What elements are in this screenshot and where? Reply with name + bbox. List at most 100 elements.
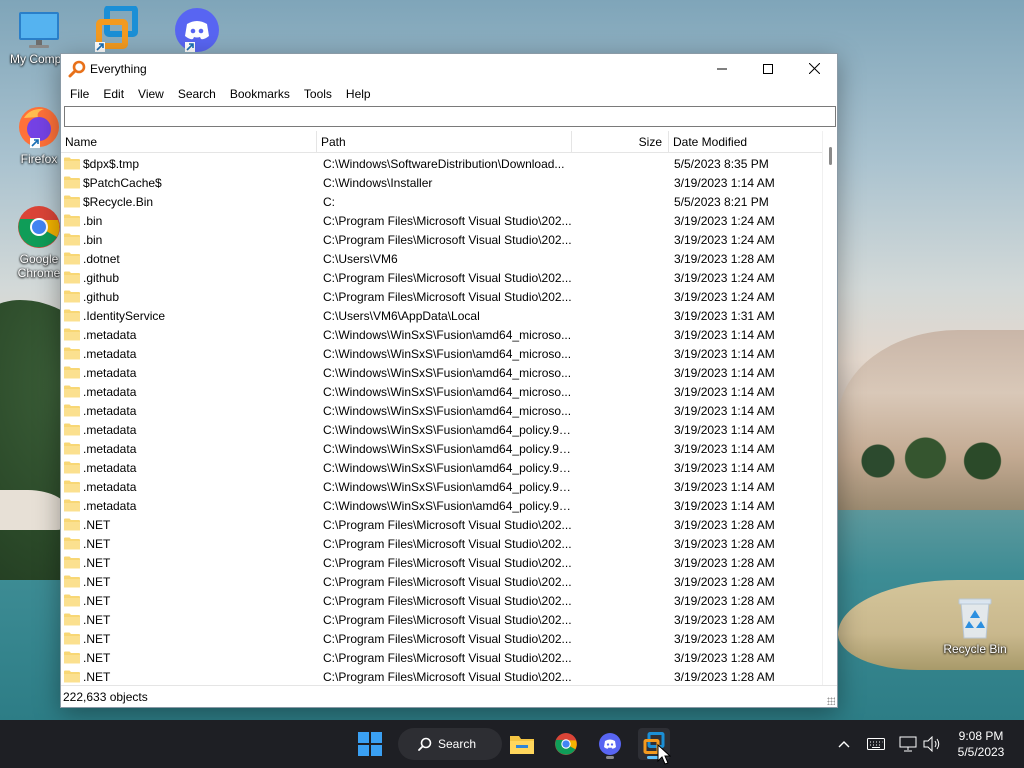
desktop-icon-vmware[interactable] bbox=[78, 6, 156, 54]
chrome-icon bbox=[18, 206, 60, 248]
recycle-bin-icon bbox=[958, 598, 992, 639]
table-row[interactable]: .NET C:\Program Files\Microsoft Visual St… bbox=[61, 610, 823, 629]
cell-name: .metadata bbox=[61, 404, 317, 418]
cell-name: $Recycle.Bin bbox=[61, 195, 317, 209]
file-name: .metadata bbox=[83, 365, 137, 380]
file-name: .NET bbox=[83, 555, 111, 570]
cell-name: .metadata bbox=[61, 442, 317, 456]
cell-name: .NET bbox=[61, 594, 317, 608]
taskbar-discord[interactable] bbox=[594, 728, 626, 760]
vmware-icon bbox=[95, 6, 138, 52]
cell-path: C:\Program Files\Microsoft Visual Studio… bbox=[323, 669, 572, 684]
close-button[interactable] bbox=[791, 54, 837, 83]
table-row[interactable]: .bin C:\Program Files\Microsoft Visual St… bbox=[61, 230, 823, 249]
cell-path: C:\Windows\Installer bbox=[323, 175, 433, 190]
table-row[interactable]: .bin C:\Program Files\Microsoft Visual St… bbox=[61, 211, 823, 230]
cell-name: .IdentityService bbox=[61, 309, 317, 323]
taskbar-file-explorer[interactable] bbox=[506, 728, 538, 760]
scrollbar-thumb[interactable] bbox=[829, 147, 832, 165]
resize-grip[interactable] bbox=[827, 697, 835, 705]
start-button[interactable] bbox=[358, 732, 382, 756]
results-list[interactable]: $dpx$.tmp C:\Windows\SoftwareDistribution… bbox=[61, 154, 823, 686]
table-row[interactable]: .metadata C:\Windows\WinSxS\Fusion\amd64_… bbox=[61, 439, 823, 458]
table-row[interactable]: .NET C:\Program Files\Microsoft Visual St… bbox=[61, 572, 823, 591]
table-row[interactable]: .metadata C:\Windows\WinSxS\Fusion\amd64_… bbox=[61, 401, 823, 420]
taskbar-clock[interactable]: 9:08 PM 5/5/2023 bbox=[948, 728, 1014, 760]
table-row[interactable]: .github C:\Program Files\Microsoft Visual… bbox=[61, 268, 823, 287]
cell-date: 3/19/2023 1:14 AM bbox=[674, 175, 775, 190]
file-name: $PatchCache$ bbox=[83, 175, 162, 190]
folder-icon bbox=[64, 594, 80, 607]
cell-path: C:\Program Files\Microsoft Visual Studio… bbox=[323, 213, 572, 228]
cell-date: 5/5/2023 8:21 PM bbox=[674, 194, 769, 209]
file-name: .dotnet bbox=[83, 251, 120, 266]
menu-bookmarks[interactable]: Bookmarks bbox=[223, 83, 297, 105]
menu-search[interactable]: Search bbox=[171, 83, 223, 105]
table-row[interactable]: .IdentityService C:\Users\VM6\AppData\Loc… bbox=[61, 306, 823, 325]
everything-window: Everything File Edit View Search Bookmar… bbox=[60, 53, 838, 708]
folder-icon bbox=[64, 328, 80, 341]
desktop-icon-recycle-bin[interactable]: Recycle Bin bbox=[936, 596, 1014, 656]
table-row[interactable]: $dpx$.tmp C:\Windows\SoftwareDistribution… bbox=[61, 154, 823, 173]
table-row[interactable]: .dotnet C:\Users\VM6 3/19/2023 1:28 AM bbox=[61, 249, 823, 268]
table-row[interactable]: .metadata C:\Windows\WinSxS\Fusion\amd64_… bbox=[61, 344, 823, 363]
table-row[interactable]: $Recycle.Bin C: 5/5/2023 8:21 PM bbox=[61, 192, 823, 211]
column-date-modified[interactable]: Date Modified bbox=[669, 131, 823, 152]
cell-date: 3/19/2023 1:14 AM bbox=[674, 422, 775, 437]
table-row[interactable]: .NET C:\Program Files\Microsoft Visual St… bbox=[61, 648, 823, 667]
folder-icon bbox=[64, 385, 80, 398]
table-row[interactable]: .metadata C:\Windows\WinSxS\Fusion\amd64_… bbox=[61, 458, 823, 477]
table-row[interactable]: .NET C:\Program Files\Microsoft Visual St… bbox=[61, 515, 823, 534]
menu-help[interactable]: Help bbox=[339, 83, 378, 105]
table-row[interactable]: .NET C:\Program Files\Microsoft Visual St… bbox=[61, 629, 823, 648]
minimize-icon bbox=[717, 68, 727, 69]
cell-date: 3/19/2023 1:14 AM bbox=[674, 403, 775, 418]
menu-edit[interactable]: Edit bbox=[96, 83, 131, 105]
table-row[interactable]: .metadata C:\Windows\WinSxS\Fusion\amd64_… bbox=[61, 420, 823, 439]
cell-name: .metadata bbox=[61, 461, 317, 475]
cell-path: C:\Program Files\Microsoft Visual Studio… bbox=[323, 593, 572, 608]
table-row[interactable]: .metadata C:\Windows\WinSxS\Fusion\amd64_… bbox=[61, 477, 823, 496]
table-row[interactable]: .metadata C:\Windows\WinSxS\Fusion\amd64_… bbox=[61, 325, 823, 344]
table-row[interactable]: .NET C:\Program Files\Microsoft Visual St… bbox=[61, 534, 823, 553]
desktop-icon-discord[interactable] bbox=[156, 6, 234, 54]
table-row[interactable]: .metadata C:\Windows\WinSxS\Fusion\amd64_… bbox=[61, 363, 823, 382]
title-bar[interactable]: Everything bbox=[61, 54, 837, 83]
maximize-button[interactable] bbox=[745, 54, 791, 83]
minimize-button[interactable] bbox=[699, 54, 745, 83]
cell-date: 3/19/2023 1:14 AM bbox=[674, 384, 775, 399]
file-name: .metadata bbox=[83, 479, 137, 494]
taskbar-search[interactable]: Search bbox=[398, 728, 502, 760]
tray-keyboard[interactable] bbox=[864, 720, 888, 768]
menu-tools[interactable]: Tools bbox=[297, 83, 339, 105]
cell-name: .metadata bbox=[61, 499, 317, 513]
column-size[interactable]: Size bbox=[572, 131, 669, 152]
cell-path: C:\Program Files\Microsoft Visual Studio… bbox=[323, 574, 572, 589]
tray-volume[interactable] bbox=[920, 720, 944, 768]
table-row[interactable]: .NET C:\Program Files\Microsoft Visual St… bbox=[61, 553, 823, 572]
table-row[interactable]: .github C:\Program Files\Microsoft Visual… bbox=[61, 287, 823, 306]
tray-network[interactable] bbox=[896, 720, 920, 768]
taskbar-chrome[interactable] bbox=[550, 728, 582, 760]
table-row[interactable]: .metadata C:\Windows\WinSxS\Fusion\amd64_… bbox=[61, 382, 823, 401]
folder-icon bbox=[64, 670, 80, 683]
table-row[interactable]: $PatchCache$ C:\Windows\Installer 3/19/202… bbox=[61, 173, 823, 192]
cell-date: 3/19/2023 1:28 AM bbox=[674, 555, 775, 570]
menu-file[interactable]: File bbox=[63, 83, 96, 105]
cell-date: 3/19/2023 1:31 AM bbox=[674, 308, 775, 323]
column-name[interactable]: Name bbox=[61, 131, 317, 152]
vertical-scrollbar[interactable] bbox=[822, 131, 837, 686]
table-row[interactable]: .metadata C:\Windows\WinSxS\Fusion\amd64_… bbox=[61, 496, 823, 515]
desktop-icon-label: Google Chrome bbox=[17, 252, 61, 280]
folder-icon bbox=[64, 176, 80, 189]
table-row[interactable]: .NET C:\Program Files\Microsoft Visual St… bbox=[61, 591, 823, 610]
tray-overflow[interactable] bbox=[834, 720, 854, 768]
search-input[interactable] bbox=[64, 106, 836, 127]
menu-view[interactable]: View bbox=[131, 83, 171, 105]
cell-path: C:\Windows\WinSxS\Fusion\amd64_policy.9.… bbox=[323, 498, 572, 513]
file-name: .IdentityService bbox=[83, 308, 166, 323]
column-path[interactable]: Path bbox=[317, 131, 572, 152]
cell-path: C:\Windows\WinSxS\Fusion\amd64_microso..… bbox=[323, 403, 572, 418]
table-row[interactable]: .NET C:\Program Files\Microsoft Visual St… bbox=[61, 667, 823, 686]
cell-date: 3/19/2023 1:28 AM bbox=[674, 574, 775, 589]
